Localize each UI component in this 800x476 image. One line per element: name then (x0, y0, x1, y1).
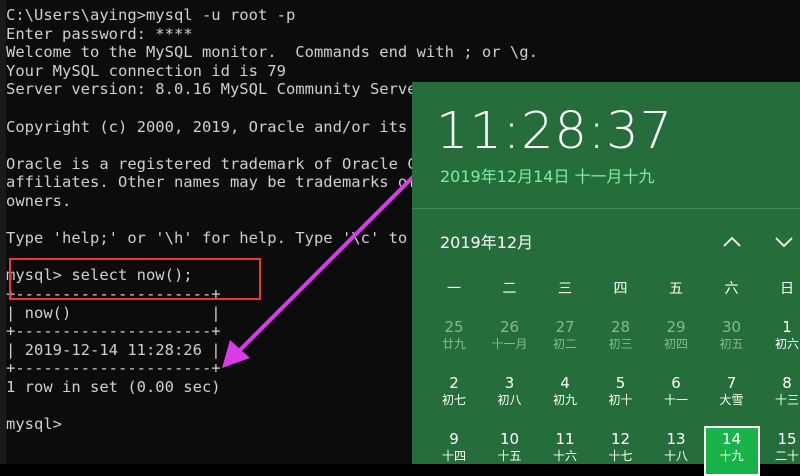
day-number: 4 (560, 374, 570, 392)
calendar-day[interactable]: 10 十五 (482, 426, 538, 476)
calendar-day[interactable]: 4 初九 (537, 370, 593, 420)
previous-month-button[interactable] (716, 228, 748, 256)
calendar-day[interactable]: 6 十一 (648, 370, 704, 420)
lunar-date: 初八 (497, 393, 522, 407)
divider (412, 208, 800, 209)
calendar-day[interactable]: 12 十七 (593, 426, 649, 476)
calendar-day[interactable]: 13 十八 (648, 426, 704, 476)
lunar-date: 十五 (497, 449, 522, 463)
day-number: 25 (444, 318, 464, 336)
day-number: 7 (726, 374, 737, 392)
calendar-day[interactable]: 11 十六 (537, 426, 593, 476)
highlight-box (9, 258, 261, 300)
day-number: 28 (610, 318, 631, 336)
calendar-day[interactable]: 15 二十 (759, 426, 800, 476)
calendar-day-today[interactable]: 14 十九 (703, 426, 760, 476)
calendar-day[interactable]: 7 大雪 (704, 370, 760, 420)
clock-time: 11:28:37 (436, 102, 674, 161)
day-number: 15 (777, 430, 797, 448)
weekday-header: 一二三四五六日 (426, 278, 800, 300)
month-title[interactable]: 2019年12月 (440, 232, 533, 254)
day-number: 5 (615, 374, 626, 392)
day-number: 1 (782, 318, 792, 336)
console-line: Your MySQL connection id is 79 (6, 61, 286, 80)
day-number: 14 (721, 430, 742, 448)
weekday-label: 三 (558, 281, 572, 297)
day-number: 9 (449, 430, 459, 448)
lunar-date: 十九 (719, 449, 744, 463)
calendar-day[interactable]: 25 廿九 (426, 314, 482, 364)
weekday-label: 六 (724, 281, 739, 297)
day-number: 8 (782, 374, 792, 392)
day-number: 3 (504, 374, 515, 392)
day-number: 13 (666, 430, 686, 448)
day-number: 10 (499, 430, 520, 448)
day-number: 29 (666, 318, 686, 336)
calendar-day[interactable]: 28 初三 (593, 314, 649, 364)
calendar-day[interactable]: 8 十三 (759, 370, 800, 420)
lunar-date: 初四 (663, 337, 688, 351)
calendar-day[interactable]: 2 初七 (426, 370, 482, 420)
lunar-date: 十一月 (491, 337, 528, 351)
weekday-label: 一 (447, 281, 461, 297)
calendar-day[interactable]: 30 初五 (704, 314, 760, 364)
lunar-date: 大雪 (719, 393, 744, 407)
calendar-day[interactable]: 9 十四 (426, 426, 482, 476)
day-number: 27 (555, 318, 575, 336)
calendar-day[interactable]: 29 初四 (648, 314, 704, 364)
day-number: 2 (449, 374, 459, 392)
lunar-date: 十七 (608, 449, 633, 463)
lunar-date: 十六 (552, 449, 577, 463)
lunar-date: 初五 (719, 337, 744, 351)
lunar-date: 二十 (774, 449, 799, 463)
calendar-day[interactable]: 26 十一月 (482, 314, 538, 364)
next-month-button[interactable] (768, 228, 800, 256)
weekday-label: 日 (780, 281, 794, 297)
lunar-date: 初十 (608, 393, 633, 407)
calendar-day[interactable]: 3 初八 (482, 370, 538, 420)
calendar-day[interactable]: 5 初十 (593, 370, 649, 420)
day-number: 6 (671, 374, 681, 392)
day-number: 12 (610, 430, 631, 448)
lunar-date: 十八 (663, 449, 688, 463)
calendar-day[interactable]: 27 初二 (537, 314, 593, 364)
weekday-label: 二 (502, 281, 517, 297)
lunar-date: 十四 (441, 449, 466, 463)
lunar-date: 十三 (774, 393, 799, 407)
calendar-grid: 25 廿九 26 十一月 27 初二 28 初三 29 初四 30 初五 1 初六 2 初七 3 初八 4 初九 5 初十… (426, 314, 800, 476)
chevron-up-icon (723, 236, 741, 247)
chevron-down-icon (775, 237, 793, 248)
calendar-day[interactable]: 1 初六 (759, 314, 800, 364)
lunar-date: 廿九 (441, 337, 466, 351)
clock-calendar-flyout: 11:28:37 2019年12月14日 十一月十九 2019年12月 一 二 三 四… (412, 82, 800, 476)
lunar-date: 初六 (774, 337, 799, 351)
lunar-date: 初三 (608, 337, 633, 351)
console-line: Welcome to the MySQL monitor. Commands e… (6, 43, 538, 62)
day-number: 30 (721, 318, 742, 336)
day-number: 11 (555, 430, 575, 448)
lunar-date: 十一 (663, 393, 688, 407)
weekday-label: 四 (613, 281, 628, 297)
console-line: Enter password: **** (6, 24, 193, 43)
clock-date[interactable]: 2019年12月14日 十一月十九 (440, 166, 655, 188)
day-number: 26 (499, 318, 520, 336)
lunar-date: 初二 (552, 337, 577, 351)
weekday-label: 五 (669, 281, 683, 297)
lunar-date: 初七 (441, 393, 466, 407)
lunar-date: 初九 (552, 393, 577, 407)
console-line: C:\Users\aying>mysql -u root -p (6, 6, 296, 24)
